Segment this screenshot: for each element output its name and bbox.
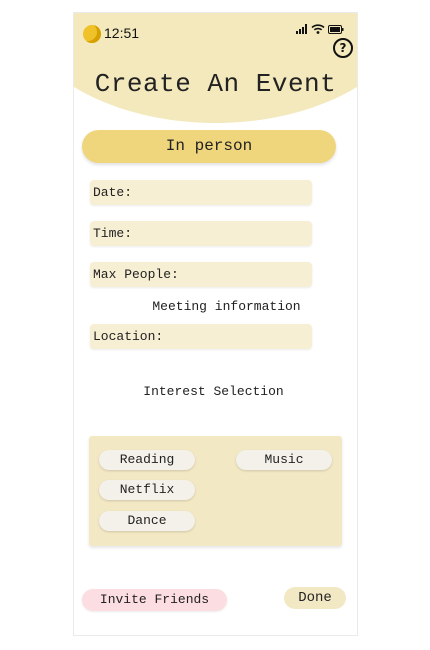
location-field[interactable]: Location: xyxy=(90,324,312,349)
date-field[interactable]: Date: xyxy=(90,180,312,205)
meeting-information-heading: Meeting information xyxy=(152,299,301,314)
interest-panel: Reading Music Netflix Dance xyxy=(89,436,342,546)
done-button[interactable]: Done xyxy=(284,587,346,609)
status-time: 12:51 xyxy=(104,25,140,41)
page-title: Create An Event xyxy=(94,69,337,99)
battery-icon xyxy=(328,24,344,34)
status-icons xyxy=(296,24,344,34)
time-field[interactable]: Time: xyxy=(90,221,312,246)
event-mode-button[interactable]: In person xyxy=(82,130,336,163)
interest-chip-dance[interactable]: Dance xyxy=(99,511,195,531)
interest-chip-music[interactable]: Music xyxy=(236,450,332,470)
invite-friends-button[interactable]: Invite Friends xyxy=(82,589,227,611)
signal-icon xyxy=(296,24,307,34)
interest-chip-netflix[interactable]: Netflix xyxy=(99,480,195,500)
help-icon[interactable]: ? xyxy=(333,38,353,58)
interest-chip-reading[interactable]: Reading xyxy=(99,450,195,470)
moon-icon xyxy=(83,25,101,43)
wifi-icon xyxy=(311,24,325,34)
interest-selection-heading: Interest Selection xyxy=(143,384,284,399)
max-people-field[interactable]: Max People: xyxy=(90,262,312,287)
phone-screen: 12:51 ? Create An Event In person Date: … xyxy=(74,13,357,635)
